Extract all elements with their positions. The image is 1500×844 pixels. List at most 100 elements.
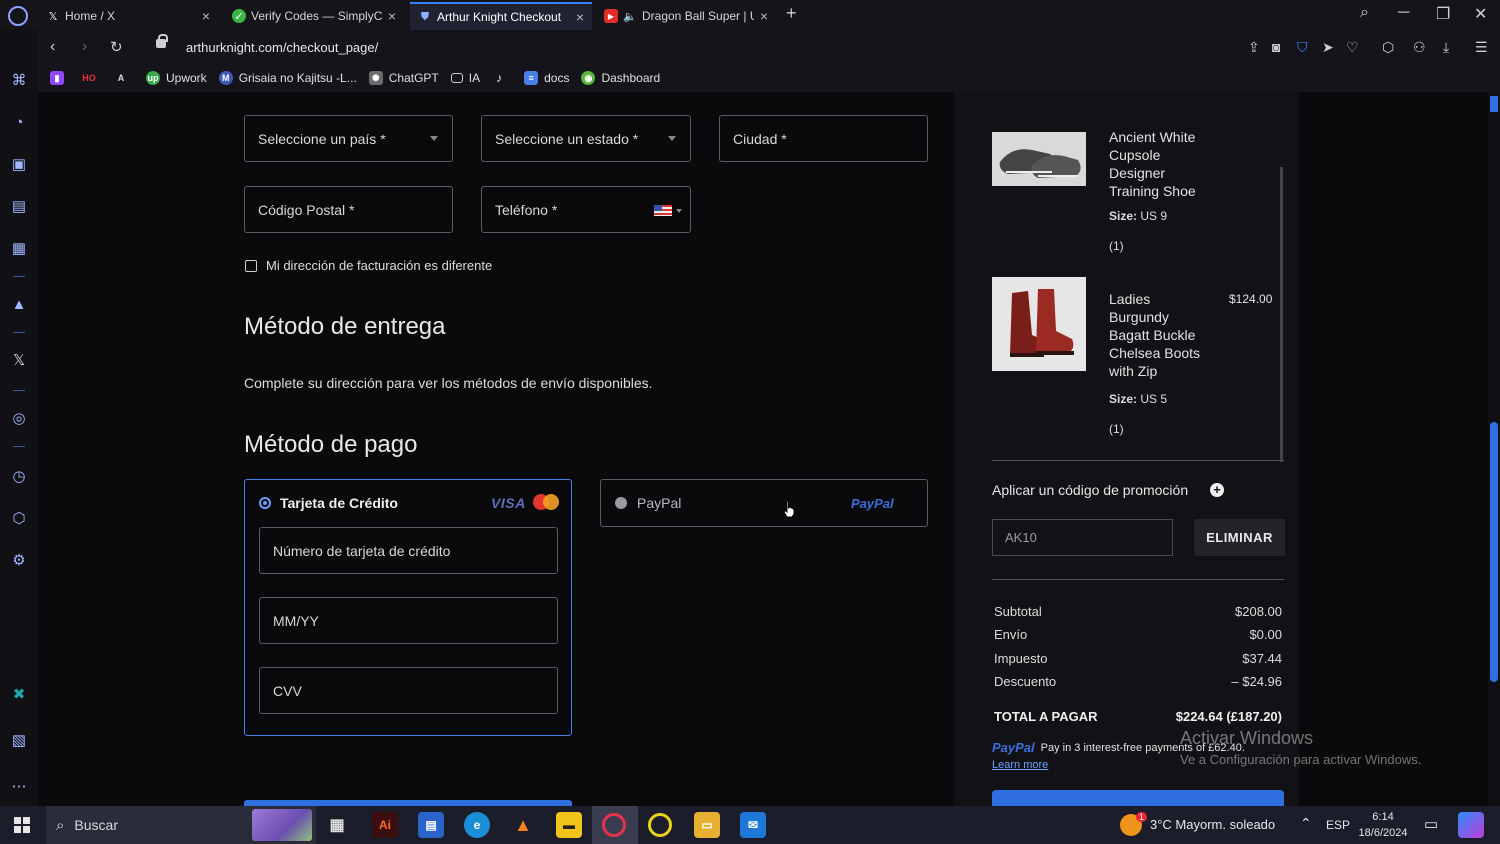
search-tabs-icon[interactable]: ⌕ [1360,4,1369,22]
bookmark-docs[interactable]: ≡ docs [524,71,569,85]
bookmark-chatgpt[interactable]: ✺ ChatGPT [368,71,439,85]
scrollbar-thumb[interactable] [1490,422,1498,682]
gallery-icon[interactable]: ▧ [10,732,28,750]
opera-icon[interactable] [648,813,672,837]
reload-icon[interactable]: ↻ [110,38,123,56]
page-scrollbar[interactable] [1488,92,1500,806]
close-window-icon[interactable]: ✕ [1474,4,1487,24]
taskbar-search[interactable]: ⌕ Buscar [46,806,316,844]
billing-different-label[interactable]: Mi dirección de facturación es diferente [266,258,492,273]
restore-icon[interactable]: ❐ [1436,4,1450,24]
close-icon[interactable]: × [388,8,396,24]
promo-title[interactable]: Aplicar un código de promoción [992,482,1188,498]
speed-dial-icon[interactable]: ◔ [10,114,28,132]
search-highlight-image [252,809,312,841]
mail-icon[interactable]: ✉ [740,812,766,838]
bookmark-folder-ia[interactable]: IA [450,71,480,85]
remove-promo-button[interactable]: ELIMINAR [1194,519,1285,556]
city-input[interactable]: Ciudad * [719,115,928,162]
profile-icon[interactable]: ⚇ [1413,39,1426,56]
opera-logo-icon[interactable] [8,6,28,26]
language-indicator[interactable]: ESP [1326,818,1350,832]
x-sidebar-icon[interactable]: 𝕏 [10,352,28,370]
download-icon[interactable]: ⤓ [1443,39,1449,56]
player-icon[interactable]: ◎ [10,410,28,428]
heart-icon[interactable]: ♡ [1346,39,1359,56]
visa-logo: VISA [491,495,526,511]
bookmark-dashboard[interactable]: ◉ Dashboard [581,71,660,85]
vlc-icon[interactable]: ▲ [510,812,536,838]
bookmark-twitch[interactable]: ▮ [50,71,70,85]
bookmark-label: ChatGPT [388,71,439,85]
promo-code-input[interactable]: AK10 [992,519,1173,556]
camera-icon[interactable]: ◙ [1272,39,1280,55]
messenger-icon[interactable]: ▦ [10,240,28,258]
opera-gx-icon[interactable] [602,813,626,837]
store-icon[interactable]: ▤ [418,812,444,838]
menu-icon[interactable]: ☰ [1475,39,1488,56]
phone-input[interactable]: Teléfono * [481,186,691,233]
clock[interactable]: 6:14 18/6/2024 [1354,809,1412,841]
windows-start-icon[interactable] [14,817,30,833]
cvv-input[interactable]: CVV [259,667,558,714]
billing-different-checkbox[interactable] [245,260,257,272]
tab-arthur-knight-checkout[interactable]: ⛊ Arthur Knight Checkout × [410,2,592,30]
edge-icon[interactable]: e [464,812,490,838]
learn-more-link[interactable]: Learn more [992,759,1048,771]
expiry-input[interactable]: MM/YY [259,597,558,644]
new-tab-button[interactable]: + [786,3,797,24]
paypal-radio[interactable] [615,497,627,509]
credit-card-radio[interactable] [259,497,271,509]
checkout-button[interactable] [992,790,1284,806]
share-icon[interactable]: ⇪ [1248,39,1260,56]
us-flag-icon[interactable] [654,205,672,216]
task-view-icon[interactable]: ▦ [324,812,350,838]
bookmark-upwork[interactable]: up Upwork [146,71,207,85]
tab-dragon-ball-super[interactable]: ▶ 🔈 Dragon Ball Super | Ulti × [596,2,776,30]
back-icon[interactable]: ‹ [50,38,55,56]
credit-card-option[interactable]: Tarjeta de Crédito VISA Número de tarjet… [244,479,572,736]
bookmark-a[interactable]: A [114,71,134,85]
sticky-notes-icon[interactable]: ▬ [556,812,582,838]
gamepad-icon[interactable]: ⌘ [10,72,28,90]
state-select[interactable]: Seleccione un estado * [481,115,691,162]
chat-icon[interactable]: ▤ [10,198,28,216]
chevron-up-icon[interactable]: ⌃ [1300,815,1312,832]
card-number-input[interactable]: Número de tarjeta de crédito [259,527,558,574]
weather-text[interactable]: 3°C Mayorm. soleado [1150,817,1275,832]
speaker-icon[interactable]: 🔈 [623,9,637,23]
extensions-icon[interactable]: ⬡ [10,510,28,528]
app-icon[interactable]: ✖ [10,686,28,704]
close-icon[interactable]: × [202,8,210,24]
vpn-shield-icon[interactable]: ⛉ [1297,39,1308,56]
file-explorer-icon[interactable]: ▭ [694,812,720,838]
paypal-option[interactable]: PayPal PayPal [600,479,928,527]
forward-icon[interactable]: › [82,38,87,56]
cube-icon[interactable]: ⬡ [1382,39,1394,56]
twitch-sidebar-icon[interactable]: ▣ [10,156,28,174]
url-field[interactable]: arthurknight.com/checkout_page/ [186,40,378,55]
country-select[interactable]: Seleccione un país * [244,115,453,162]
aria-icon[interactable]: ▲ [10,296,28,314]
send-icon[interactable]: ➤ [1322,39,1334,56]
copilot-icon[interactable] [1458,812,1484,838]
lock-icon[interactable] [156,34,168,48]
close-icon[interactable]: × [760,8,768,24]
history-icon[interactable]: ◷ [10,468,28,486]
opera-sidebar: ⌘ ◔ ▣ ▤ ▦ ▲ 𝕏 ◎ ◷ ⬡ ⚙ ✖ ▧ ⋯ [0,30,38,806]
plus-icon[interactable]: + [1210,483,1224,497]
bookmark-hbo[interactable]: HO [82,71,102,85]
more-icon[interactable]: ⋯ [10,778,28,796]
notifications-icon[interactable]: ▭ [1424,815,1438,833]
postal-code-input[interactable]: Código Postal * [244,186,453,233]
close-icon[interactable]: × [576,9,584,25]
bookmark-grisaia[interactable]: M Grisaia no Kajitsu -L... [218,71,357,85]
bookmark-tiktok[interactable]: ♪ [492,71,512,85]
illustrator-icon[interactable]: Ai [372,812,398,838]
item-list-scrollbar[interactable] [1280,167,1283,462]
minimize-icon[interactable]: ─ [1398,4,1409,22]
youtube-icon: ▶ [604,9,618,23]
tab-home-x[interactable]: 𝕏 Home / X × [38,2,218,30]
settings-icon[interactable]: ⚙ [10,552,28,570]
tab-verify-codes[interactable]: ✓ Verify Codes — SimplyCod × [224,2,404,30]
